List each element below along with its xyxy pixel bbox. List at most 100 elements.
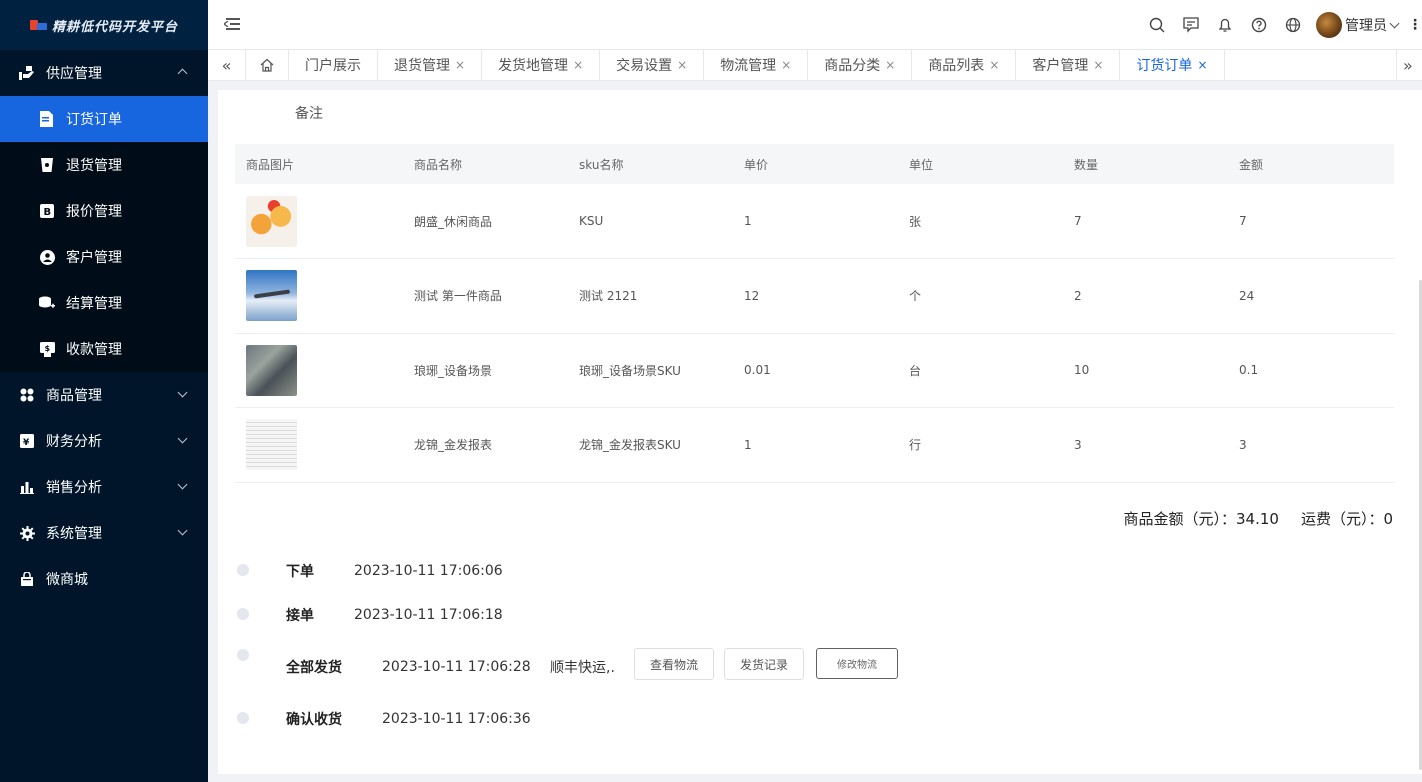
close-icon[interactable]: × <box>781 58 791 72</box>
sidebar-group-finance[interactable]: ¥ 财务分析 <box>0 418 208 464</box>
timeline-time: 2023-10-11 17:06:06 <box>354 563 503 579</box>
tab-label: 客户管理 <box>1032 58 1089 74</box>
gear-icon <box>18 524 36 542</box>
cell-sku: 龙锦_金发报表SKU <box>568 407 733 483</box>
tab-label: 商品列表 <box>928 58 985 74</box>
sidebar-group-label: 微商城 <box>46 572 88 588</box>
product-equipment-image[interactable] <box>246 344 297 396</box>
goods-table: 商品图片 商品名称 sku名称 单价 单位 数量 金额 朗盛_休闲商品 KSU … <box>235 144 1394 483</box>
cell-price: 1 <box>733 184 898 259</box>
collapse-menu-icon[interactable] <box>224 16 240 32</box>
goods-icon <box>18 386 36 404</box>
settlement-coins-icon <box>38 294 56 312</box>
tab-portal[interactable]: 门户展示 <box>289 50 378 80</box>
svg-text:B: B <box>44 207 52 218</box>
sidebar-group-system[interactable]: 系统管理 <box>0 510 208 556</box>
sidebar-item-settlement[interactable]: 结算管理 <box>0 280 208 326</box>
username[interactable]: 管理员 <box>1345 15 1387 35</box>
return-cup-icon <box>38 156 56 174</box>
product-airplane-image[interactable] <box>246 270 297 322</box>
product-food-image[interactable] <box>246 195 297 247</box>
view-logistics-button[interactable]: 查看物流 <box>634 648 714 680</box>
sidebar-item-label: 结算管理 <box>66 296 122 312</box>
col-header-sku: sku名称 <box>568 144 733 184</box>
cell-amount: 3 <box>1228 407 1394 483</box>
message-icon[interactable] <box>1174 8 1208 42</box>
finance-icon: ¥ <box>18 432 36 450</box>
tab-label: 商品分类 <box>824 58 881 74</box>
table-row: 测试 第一件商品 测试 2121 12 个 2 24 <box>235 258 1394 334</box>
sidebar-item-quote[interactable]: B 报价管理 <box>0 188 208 234</box>
sidebar-group-label: 供应管理 <box>46 66 102 82</box>
order-summary: 商品金额（元）：34.10 运费（元）：0 <box>1123 508 1393 529</box>
close-icon[interactable]: × <box>1093 58 1103 72</box>
tab-trade-settings[interactable]: 交易设置 × <box>600 50 705 80</box>
order-doc-icon <box>38 110 56 128</box>
carrier-name: 顺丰快运,. <box>550 660 615 676</box>
tab-goods-list[interactable]: 商品列表 × <box>912 50 1017 80</box>
sidebar-item-label: 退货管理 <box>66 158 122 174</box>
col-header-price: 单价 <box>733 144 898 184</box>
sidebar-group-sales[interactable]: 销售分析 <box>0 464 208 510</box>
col-header-name: 商品名称 <box>403 144 568 184</box>
tab-scroll-right-icon[interactable]: » <box>1396 50 1422 80</box>
home-icon <box>260 58 274 72</box>
tab-label: 物流管理 <box>720 58 777 74</box>
svg-text:$: $ <box>44 344 50 353</box>
table-header-row: 商品图片 商品名称 sku名称 单价 单位 数量 金额 <box>235 144 1394 184</box>
sidebar-group-label: 销售分析 <box>46 480 102 496</box>
sidebar-item-label: 订货订单 <box>66 112 122 128</box>
timeline-label: 确认收货 <box>286 712 342 728</box>
tab-home[interactable] <box>246 50 289 80</box>
bell-icon[interactable] <box>1208 8 1242 42</box>
product-report-image[interactable] <box>246 419 297 471</box>
order-detail-panel: 备注 商品图片 商品名称 sku名称 单价 单位 数量 金额 朗盛_休闲商品 K… <box>218 90 1422 774</box>
close-icon[interactable]: × <box>573 58 583 72</box>
cell-price: 12 <box>733 258 898 334</box>
close-icon[interactable]: × <box>1197 58 1207 72</box>
tab-spacer <box>1225 50 1397 80</box>
col-header-image: 商品图片 <box>235 144 403 184</box>
close-icon[interactable]: × <box>455 58 465 72</box>
shipping-record-button[interactable]: 发货记录 <box>724 648 804 680</box>
close-icon[interactable]: × <box>989 58 999 72</box>
chevron-down-icon[interactable] <box>1389 18 1400 28</box>
tab-customer[interactable]: 客户管理 × <box>1016 50 1121 80</box>
tab-order[interactable]: 订货订单 × <box>1120 50 1225 80</box>
cell-name: 龙锦_金发报表 <box>403 407 568 483</box>
close-icon[interactable]: × <box>885 58 895 72</box>
edit-logistics-button[interactable]: 修改物流 <box>816 648 898 679</box>
tab-return[interactable]: 退货管理 × <box>378 50 483 80</box>
sidebar-item-order[interactable]: 订货订单 <box>0 96 208 142</box>
avatar[interactable] <box>1316 12 1342 38</box>
supply-icon <box>18 64 36 82</box>
sidebar-item-label: 收款管理 <box>66 342 122 358</box>
sidebar-item-collection[interactable]: $ 收款管理 <box>0 326 208 372</box>
more-icon[interactable]: ⋮ <box>1408 17 1422 33</box>
sidebar-group-supply[interactable]: 供应管理 <box>0 50 208 96</box>
cell-qty: 10 <box>1063 333 1228 408</box>
cell-name: 测试 第一件商品 <box>403 258 568 334</box>
sidebar-group-goods[interactable]: 商品管理 <box>0 372 208 418</box>
table-row: 琅琊_设备场景 琅琊_设备场景SKU 0.01 台 10 0.1 <box>235 333 1394 408</box>
sidebar-item-return[interactable]: 退货管理 <box>0 142 208 188</box>
tab-label: 门户展示 <box>305 58 361 74</box>
tab-ship-from[interactable]: 发货地管理 × <box>482 50 601 80</box>
sidebar-item-customer[interactable]: 客户管理 <box>0 234 208 280</box>
close-icon[interactable]: × <box>677 58 687 72</box>
sidebar-group-mall[interactable]: 微商城 <box>0 556 208 602</box>
help-icon[interactable] <box>1242 8 1276 42</box>
sidebar-item-label: 客户管理 <box>66 250 122 266</box>
globe-icon[interactable] <box>1276 8 1310 42</box>
cell-unit: 台 <box>898 333 1063 408</box>
tab-logistics[interactable]: 物流管理 × <box>704 50 809 80</box>
tab-scroll-left-icon[interactable]: « <box>208 50 246 80</box>
brand[interactable]: 精耕低代码开发平台 <box>0 0 208 50</box>
timeline-time: 2023-10-11 17:06:28 <box>382 659 531 675</box>
collection-icon: $ <box>38 340 56 358</box>
freight-value: 0 <box>1383 510 1393 528</box>
top-header: 管理员 ⋮ <box>208 0 1422 50</box>
cell-unit: 个 <box>898 258 1063 334</box>
tab-category[interactable]: 商品分类 × <box>808 50 913 80</box>
search-icon[interactable] <box>1140 8 1174 42</box>
